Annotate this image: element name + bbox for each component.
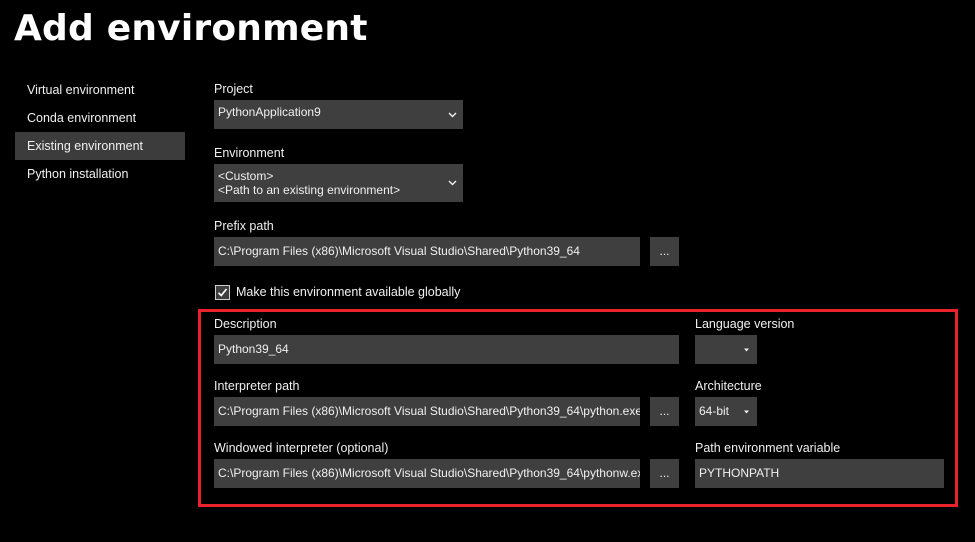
interpreter-path-value: C:\Program Files (x86)\Microsoft Visual … bbox=[218, 404, 640, 418]
architecture-label: Architecture bbox=[695, 379, 762, 393]
interpreter-path-browse-button[interactable]: ... bbox=[650, 397, 679, 426]
global-checkbox-label: Make this environment available globally bbox=[236, 285, 461, 299]
interpreter-path-input[interactable]: C:\Program Files (x86)\Microsoft Visual … bbox=[214, 397, 640, 426]
windowed-interpreter-value: C:\Program Files (x86)\Microsoft Visual … bbox=[218, 466, 640, 480]
prefix-path-input[interactable]: C:\Program Files (x86)\Microsoft Visual … bbox=[214, 237, 640, 266]
nav-item-virtual-environment[interactable]: Virtual environment bbox=[15, 76, 185, 104]
page-title: Add environment bbox=[14, 8, 368, 49]
path-env-var-label: Path environment variable bbox=[695, 441, 841, 455]
description-input[interactable]: Python39_64 bbox=[214, 335, 679, 364]
windowed-interpreter-browse-button[interactable]: ... bbox=[650, 459, 679, 488]
environment-value-line1: <Custom> bbox=[218, 169, 274, 183]
environment-value-line2: <Path to an existing environment> bbox=[218, 183, 401, 197]
interpreter-path-label: Interpreter path bbox=[214, 379, 300, 393]
checkmark-icon bbox=[217, 288, 228, 297]
architecture-select[interactable]: 64-bit bbox=[695, 397, 757, 426]
chevron-down-icon bbox=[448, 112, 457, 117]
description-value: Python39_64 bbox=[218, 342, 289, 356]
language-version-select[interactable] bbox=[695, 335, 757, 364]
language-version-label: Language version bbox=[695, 317, 795, 331]
prefix-path-value: C:\Program Files (x86)\Microsoft Visual … bbox=[218, 244, 580, 258]
environment-select[interactable]: <Custom> <Path to an existing environmen… bbox=[214, 164, 463, 202]
caret-down-icon bbox=[744, 348, 749, 351]
description-label: Description bbox=[214, 317, 277, 331]
add-environment-dialog: Add environment Virtual environment Cond… bbox=[0, 0, 975, 542]
environment-label: Environment bbox=[214, 146, 285, 160]
nav-item-conda-environment[interactable]: Conda environment bbox=[15, 104, 185, 132]
project-select[interactable]: PythonApplication9 bbox=[214, 100, 463, 129]
project-value: PythonApplication9 bbox=[218, 105, 321, 119]
caret-down-icon bbox=[744, 410, 749, 413]
nav-item-existing-environment[interactable]: Existing environment bbox=[15, 132, 185, 160]
global-checkbox[interactable] bbox=[215, 285, 230, 300]
path-env-var-input[interactable]: PYTHONPATH bbox=[695, 459, 944, 488]
path-env-var-value: PYTHONPATH bbox=[699, 466, 780, 480]
chevron-down-icon bbox=[448, 180, 457, 186]
windowed-interpreter-label: Windowed interpreter (optional) bbox=[214, 441, 389, 455]
windowed-interpreter-input[interactable]: C:\Program Files (x86)\Microsoft Visual … bbox=[214, 459, 640, 488]
project-label: Project bbox=[214, 82, 253, 96]
environment-type-nav: Virtual environment Conda environment Ex… bbox=[15, 76, 185, 188]
prefix-path-label: Prefix path bbox=[214, 219, 274, 233]
nav-item-python-installation[interactable]: Python installation bbox=[15, 160, 185, 188]
prefix-path-browse-button[interactable]: ... bbox=[650, 237, 679, 266]
